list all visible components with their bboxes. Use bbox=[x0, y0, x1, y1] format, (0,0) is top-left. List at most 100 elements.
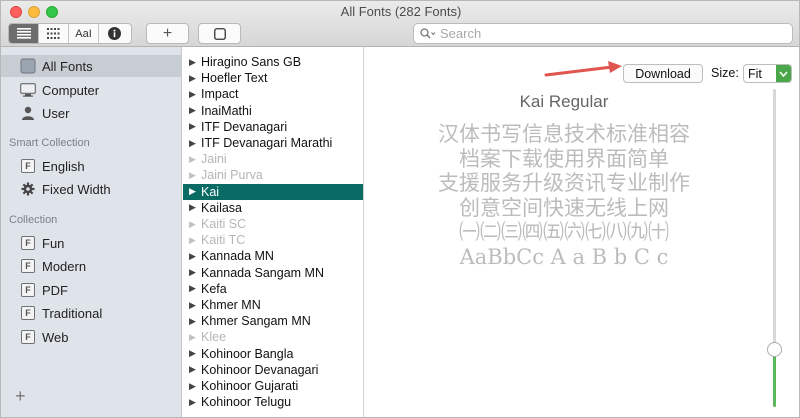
font-preview-pane: Download Size: Fit Kai Regular 汉体书写信息技术标… bbox=[364, 47, 799, 417]
info-button[interactable] bbox=[99, 24, 129, 43]
disclosure-triangle-icon[interactable]: ▶ bbox=[189, 316, 196, 327]
font-list-item[interactable]: ▶ Kefa bbox=[183, 281, 363, 297]
disclosure-triangle-icon[interactable]: ▶ bbox=[189, 121, 196, 132]
font-list-item[interactable]: ▶ ITF Devanagari bbox=[183, 119, 363, 135]
font-list-item[interactable]: ▶ Kohinoor Devanagari bbox=[183, 362, 363, 378]
sidebar-item-computer[interactable]: Computer bbox=[1, 79, 182, 101]
disclosure-triangle-icon[interactable]: ▶ bbox=[189, 105, 196, 116]
font-family-name: Kailasa bbox=[201, 200, 242, 215]
font-list-item[interactable]: ▶ Kailasa bbox=[183, 200, 363, 216]
sample-line: ㈠㈡㈢㈣㈤㈥㈦㈧㈨㈩ bbox=[459, 220, 669, 244]
disclosure-triangle-icon[interactable]: ▶ bbox=[189, 202, 196, 213]
disclosure-triangle-icon[interactable]: ▶ bbox=[189, 89, 196, 100]
font-collection-icon: F bbox=[20, 158, 36, 174]
font-family-name: Khmer MN bbox=[201, 298, 261, 312]
font-library-icon bbox=[20, 58, 36, 74]
font-family-name: Kohinoor Bangla bbox=[201, 346, 294, 361]
sample-line: 支援服务升级资讯专业制作 bbox=[438, 171, 690, 195]
font-collection-icon: F bbox=[20, 235, 36, 251]
sample-line: 档案下载使用界面简单 bbox=[459, 147, 669, 171]
disclosure-triangle-icon[interactable]: ▶ bbox=[189, 300, 196, 311]
font-list-item[interactable]: ▶ InaiMathi bbox=[183, 103, 363, 119]
sidebar-item-english[interactable]: F English bbox=[1, 155, 182, 177]
preview-toggle-button[interactable] bbox=[198, 23, 241, 44]
disclosure-triangle-icon[interactable]: ▶ bbox=[189, 283, 196, 294]
font-collection-icon: F bbox=[20, 282, 36, 298]
user-icon bbox=[20, 105, 36, 121]
search-field[interactable] bbox=[413, 23, 793, 44]
sidebar-item-all-fonts[interactable]: All Fonts bbox=[1, 55, 182, 77]
font-family-name: Jaini bbox=[201, 152, 227, 167]
sidebar-item-traditional[interactable]: F Traditional bbox=[1, 302, 182, 324]
font-family-name: Khmer Sangam MN bbox=[201, 314, 311, 329]
font-list-item[interactable]: ▶ Hoefler Text bbox=[183, 70, 363, 86]
font-list-item[interactable]: ▶ Hiragino Sans GB bbox=[183, 54, 363, 70]
sidebar-item-fun[interactable]: F Fun bbox=[1, 232, 182, 254]
sample-line: 汉体书写信息技术标准相容 bbox=[438, 122, 690, 146]
font-list-item[interactable]: ▶ Kaiti SC bbox=[183, 216, 363, 232]
font-book-window: All Fonts (282 Fonts) AaI + Search All F… bbox=[0, 0, 800, 418]
disclosure-triangle-icon[interactable]: ▶ bbox=[189, 397, 196, 408]
disclosure-triangle-icon[interactable]: ▶ bbox=[189, 73, 196, 84]
font-list-item[interactable]: ▶ Jaini Purva bbox=[183, 167, 363, 183]
plus-icon: + bbox=[162, 24, 173, 42]
font-family-name: ITF Devanagari Marathi bbox=[201, 136, 333, 150]
annotation-arrow bbox=[544, 61, 622, 77]
font-family-name: InaiMathi bbox=[201, 103, 252, 118]
disclosure-triangle-icon[interactable]: ▶ bbox=[189, 57, 196, 68]
font-family-name: Kohinoor Devanagari bbox=[201, 362, 319, 377]
sidebar-item-web[interactable]: F Web bbox=[1, 326, 182, 348]
font-list-item[interactable]: ▶ Kohinoor Gujarati bbox=[183, 378, 363, 394]
disclosure-triangle-icon[interactable]: ▶ bbox=[189, 219, 196, 230]
font-family-name: Klee bbox=[201, 330, 227, 345]
font-list-item[interactable]: ▶ Kannada Sangam MN bbox=[183, 265, 363, 281]
disclosure-triangle-icon[interactable]: ▶ bbox=[189, 251, 196, 262]
list-view-button[interactable] bbox=[9, 24, 39, 43]
size-label: Size: bbox=[711, 66, 739, 80]
font-family-name: Hiragino Sans GB bbox=[201, 55, 302, 69]
size-select[interactable]: Fit bbox=[743, 64, 792, 83]
font-list-item[interactable]: ▶ Kannada MN bbox=[183, 248, 363, 264]
disclosure-triangle-icon[interactable]: ▶ bbox=[189, 267, 196, 278]
font-list-item[interactable]: ▶ Impact bbox=[183, 86, 363, 102]
grid-view-button[interactable] bbox=[39, 24, 69, 43]
font-list-item[interactable]: ▶ Kai bbox=[183, 183, 363, 200]
disclosure-triangle-icon[interactable]: ▶ bbox=[189, 186, 196, 197]
info-icon bbox=[107, 27, 121, 40]
font-list-item[interactable]: ▶ Kaiti TC bbox=[183, 232, 363, 248]
font-collection-icon: F bbox=[20, 305, 36, 321]
font-family-name: Kohinoor Telugu bbox=[201, 395, 292, 410]
font-list-item[interactable]: ▶ Klee bbox=[183, 329, 363, 345]
disclosure-triangle-icon[interactable]: ▶ bbox=[189, 332, 196, 343]
disclosure-triangle-icon[interactable]: ▶ bbox=[189, 348, 196, 359]
font-list-item[interactable]: ▶ Jaini bbox=[183, 151, 363, 167]
font-list-item[interactable]: ▶ Kohinoor Bangla bbox=[183, 346, 363, 362]
sidebar-item-fixed-width[interactable]: Fixed Width bbox=[1, 178, 182, 200]
disclosure-triangle-icon[interactable]: ▶ bbox=[189, 235, 196, 246]
font-list-item[interactable]: ▶ ITF Devanagari Marathi bbox=[183, 135, 363, 151]
add-collection-button[interactable]: + bbox=[15, 386, 26, 407]
download-button[interactable]: Download bbox=[623, 64, 703, 83]
sidebar-item-pdf[interactable]: F PDF bbox=[1, 279, 182, 301]
sidebar-item-modern[interactable]: F Modern bbox=[1, 255, 182, 277]
font-list: ▶ Hiragino Sans GB ▶ Hoefler Text ▶ Impact ▶ In… bbox=[183, 47, 364, 417]
font-collection-icon: F bbox=[20, 258, 36, 274]
disclosure-triangle-icon[interactable]: ▶ bbox=[189, 170, 196, 181]
disclosure-triangle-icon[interactable]: ▶ bbox=[189, 138, 196, 149]
font-list-item[interactable]: ▶ Khmer Sangam MN bbox=[183, 313, 363, 329]
search-input[interactable] bbox=[440, 26, 770, 41]
view-mode-segmented-control: AaI bbox=[8, 23, 132, 44]
font-list-item[interactable]: ▶ Khmer MN bbox=[183, 297, 363, 313]
sample-view-button[interactable]: AaI bbox=[69, 24, 99, 43]
chevron-down-icon bbox=[776, 65, 791, 82]
size-slider-knob[interactable] bbox=[767, 342, 782, 357]
font-list-item[interactable]: ▶ Kohinoor Telugu bbox=[183, 394, 363, 410]
font-family-name: Hoefler Text bbox=[201, 71, 268, 86]
add-font-button[interactable]: + bbox=[146, 23, 189, 44]
sample-line: 创意空间快速无线上网 bbox=[459, 196, 669, 220]
sidebar-item-user[interactable]: User bbox=[1, 102, 182, 124]
font-family-name: Impact bbox=[201, 87, 239, 102]
disclosure-triangle-icon[interactable]: ▶ bbox=[189, 364, 196, 375]
disclosure-triangle-icon[interactable]: ▶ bbox=[189, 154, 196, 165]
disclosure-triangle-icon[interactable]: ▶ bbox=[189, 381, 196, 392]
